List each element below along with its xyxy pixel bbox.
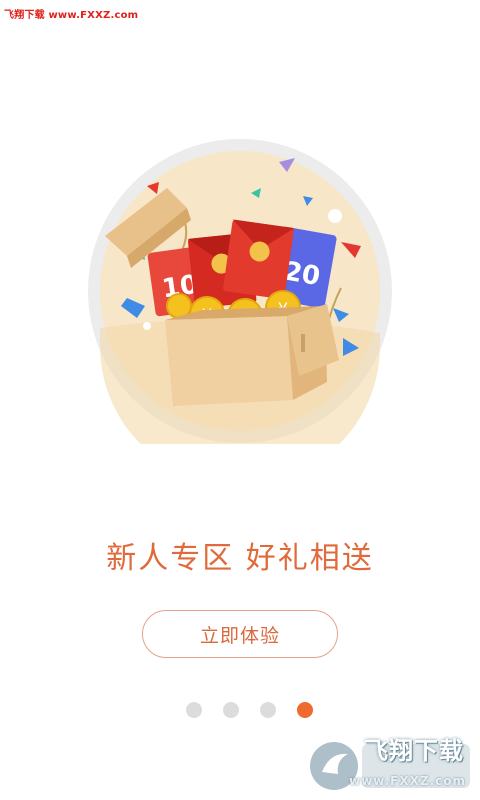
page-indicator-dot[interactable] xyxy=(186,702,202,718)
gift-box-with-coupons-icon: 10 20 ¥ ¥ ¥ xyxy=(88,139,392,444)
try-now-button[interactable]: 立即体验 xyxy=(142,610,338,658)
watermark-bottom-url: www.FXXZ.com xyxy=(349,774,466,788)
watermark-bottom-title: 飞翔下载 xyxy=(364,737,464,765)
onboarding-screen: 飞翔下载 www.FXXZ.com 10 20 新人专区 好礼相送 立即体验 飞… xyxy=(0,0,480,800)
page-indicator-dot[interactable] xyxy=(260,702,276,718)
watermark-top-text: 飞翔下载 www.FXXZ.com xyxy=(4,10,139,21)
page-indicator xyxy=(0,702,480,718)
page-indicator-dot[interactable] xyxy=(223,702,239,718)
promo-headline: 新人专区 好礼相送 xyxy=(106,541,374,576)
page-indicator-dot-active[interactable] xyxy=(297,702,313,718)
